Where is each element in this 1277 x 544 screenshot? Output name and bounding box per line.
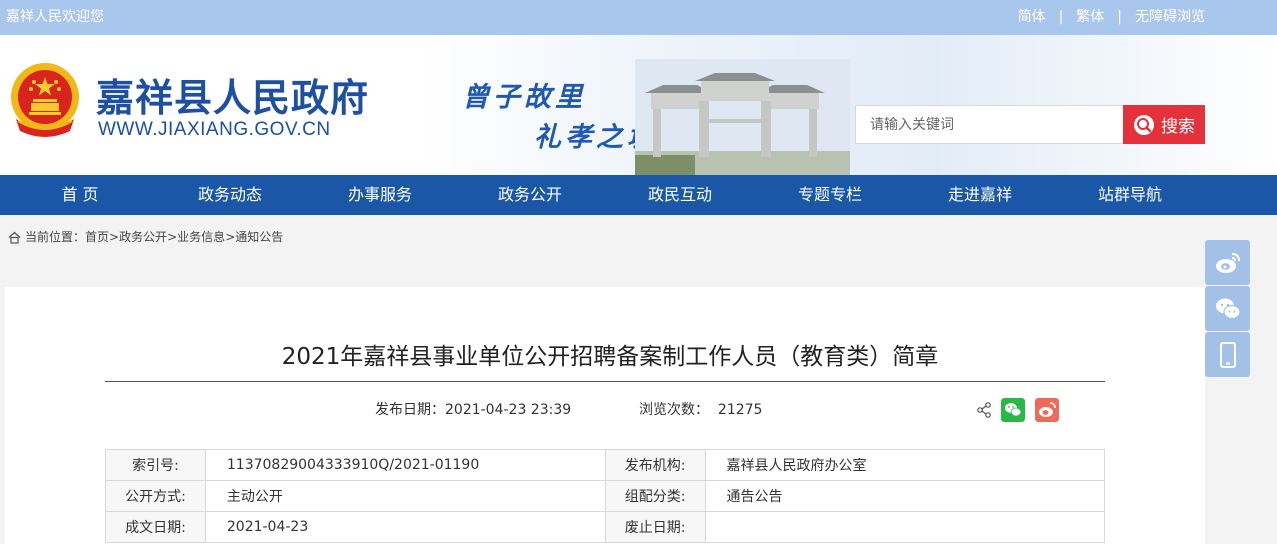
- disclosure-mode-value: 主动公开: [204, 480, 606, 512]
- separator: |: [1058, 9, 1064, 25]
- weibo-icon[interactable]: [1035, 398, 1059, 422]
- table-row: 成文日期: 2021-04-23 废止日期:: [105, 511, 1105, 543]
- written-date-label: 成文日期:: [105, 511, 206, 543]
- main-nav: 首 页 政务动态 办事服务 政务公开 政民互动 专题专栏 走进嘉祥 站群导航: [0, 175, 1277, 215]
- article-panel: 2021年嘉祥县事业单位公开招聘备案制工作人员（教育类）简章 发布日期：2021…: [5, 287, 1205, 544]
- category-label: 组配分类:: [604, 480, 706, 512]
- welcome-text: 嘉祥人民欢迎您: [6, 9, 104, 25]
- top-links: 简体 | 繁体 | 无障碍浏览: [1018, 0, 1205, 35]
- breadcrumb-home[interactable]: 首页: [85, 215, 109, 260]
- nav-item-news[interactable]: 政务动态: [155, 175, 305, 215]
- breadcrumb-disclosure[interactable]: 政务公开: [119, 215, 167, 260]
- search-box: 搜索: [855, 105, 1205, 144]
- nav-item-services[interactable]: 办事服务: [305, 175, 455, 215]
- side-weibo-button[interactable]: [1205, 240, 1250, 285]
- nav-item-about[interactable]: 走进嘉祥: [905, 175, 1055, 215]
- table-row: 公开方式: 主动公开 组配分类: 通告公告: [105, 480, 1105, 512]
- traditional-link[interactable]: 繁体: [1076, 0, 1104, 35]
- search-button-label: 搜索: [1161, 117, 1195, 137]
- wechat-icon[interactable]: [1001, 398, 1025, 422]
- nav-item-home[interactable]: 首 页: [5, 175, 155, 215]
- nav-item-topics[interactable]: 专题专栏: [755, 175, 905, 215]
- weibo-icon: [1215, 252, 1240, 273]
- breadcrumb-separator: >: [109, 230, 120, 244]
- nav-item-disclosure[interactable]: 政务公开: [455, 175, 605, 215]
- search-icon: [1134, 114, 1154, 135]
- views-value: 21275: [717, 402, 763, 418]
- nav-item-interaction[interactable]: 政民互动: [605, 175, 755, 215]
- breadcrumb: 当前位置： 首页 > 政务公开 > 业务信息 > 通知公告: [8, 215, 283, 260]
- expiry-date-value: [704, 511, 1105, 543]
- publish-label: 发布日期：: [375, 402, 445, 418]
- publisher-label: 发布机构:: [604, 449, 706, 481]
- breadcrumb-bar: 当前位置： 首页 > 政务公开 > 业务信息 > 通知公告: [0, 215, 1277, 260]
- article-title: 2021年嘉祥县事业单位公开招聘备案制工作人员（教育类）简章: [281, 344, 939, 370]
- separator: |: [1117, 9, 1122, 25]
- info-table: 索引号: 11370829004333910Q/2021-01190 发布机构:…: [105, 449, 1105, 543]
- slogan-line1: 曾子故里: [462, 82, 586, 113]
- views-label: 浏览次数：: [639, 402, 709, 418]
- publish-date: 发布日期：2021-04-23 23:39: [375, 399, 571, 419]
- expiry-date-label: 废止日期:: [604, 511, 706, 543]
- written-date-value: 2021-04-23: [204, 511, 606, 543]
- search-input[interactable]: [855, 105, 1123, 144]
- site-url: WWW.JIAXIANG.GOV.CN: [98, 119, 331, 140]
- top-bar: 嘉祥人民欢迎您 简体 | 繁体 | 无障碍浏览: [0, 0, 1277, 35]
- mobile-icon: [1219, 341, 1236, 368]
- table-row: 索引号: 11370829004333910Q/2021-01190 发布机构:…: [105, 449, 1105, 481]
- view-count: 浏览次数： 21275: [639, 399, 762, 419]
- nav-item-site-group[interactable]: 站群导航: [1055, 175, 1205, 215]
- breadcrumb-notices[interactable]: 通知公告: [235, 215, 283, 260]
- breadcrumb-business[interactable]: 业务信息: [177, 215, 225, 260]
- accessibility-link[interactable]: 无障碍浏览: [1135, 0, 1205, 35]
- side-wechat-button[interactable]: [1205, 286, 1250, 331]
- index-label: 索引号:: [105, 449, 206, 481]
- side-mobile-button[interactable]: [1205, 332, 1250, 377]
- header: 嘉祥县人民政府 WWW.JIAXIANG.GOV.CN 曾子故里 礼孝之城 搜索: [0, 35, 1277, 175]
- category-value: 通告公告: [704, 480, 1105, 512]
- breadcrumb-prefix: 当前位置：: [25, 230, 86, 244]
- wechat-icon: [1215, 298, 1241, 319]
- index-value: 11370829004333910Q/2021-01190: [204, 449, 606, 481]
- share-icon[interactable]: [976, 402, 992, 418]
- publish-value: 2021-04-23 23:39: [445, 402, 572, 418]
- memorial-gate-image: [635, 59, 850, 175]
- search-button[interactable]: 搜索: [1123, 105, 1205, 144]
- title-divider: [105, 381, 1105, 382]
- home-icon: [8, 231, 21, 244]
- simplified-link[interactable]: 简体: [1018, 0, 1046, 35]
- breadcrumb-separator: >: [225, 230, 236, 244]
- national-emblem-icon: [11, 63, 79, 137]
- site-title[interactable]: 嘉祥县人民政府: [96, 67, 369, 122]
- publisher-value: 嘉祥县人民政府办公室: [704, 449, 1105, 481]
- breadcrumb-separator: >: [167, 230, 178, 244]
- disclosure-mode-label: 公开方式:: [105, 480, 206, 512]
